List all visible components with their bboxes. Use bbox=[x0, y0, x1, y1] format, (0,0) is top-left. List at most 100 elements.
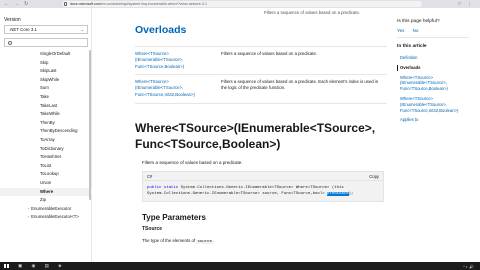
table-of-contents: SingleOrDefault Skip SkipLast SkipWhile Sum T… bbox=[0, 50, 92, 222]
code-keyword: public static bbox=[147, 186, 181, 190]
code-header: C# Copy bbox=[143, 172, 383, 181]
summary-fragment: Filters a sequence of values based on a … bbox=[264, 10, 361, 15]
code-segment: ); bbox=[348, 192, 354, 196]
sidebar-item-label: SingleOrDefault bbox=[40, 51, 71, 56]
copy-button[interactable]: Copy bbox=[369, 174, 379, 179]
address-bar[interactable]: docs.microsoft.com/en-us/dotnet/api/syst… bbox=[62, 1, 422, 7]
sidebar-item-label: Sum bbox=[40, 85, 49, 91]
back-icon[interactable]: ← bbox=[4, 1, 9, 7]
sidebar-item-takelast[interactable]: TakeLast bbox=[0, 102, 92, 111]
version-label: Version bbox=[4, 17, 21, 23]
sidebar-item-todictionary[interactable]: ToDictionary bbox=[0, 145, 92, 154]
version-value: .NET Core 3.1 bbox=[9, 27, 37, 32]
overloads-heading: Overloads bbox=[135, 24, 187, 36]
sidebar-item-label: ToHashSet bbox=[40, 154, 62, 160]
rail-divider bbox=[397, 37, 469, 38]
code-segment: System.Collections.Generic.IEnumerable<T… bbox=[147, 192, 328, 196]
url-domain: docs.microsoft.com bbox=[70, 2, 101, 6]
sidebar-item-label: ToList bbox=[40, 162, 52, 168]
sidebar-item-label: Take bbox=[40, 93, 50, 99]
code-text[interactable]: public static System.Collections.Generic… bbox=[147, 185, 353, 197]
sidebar-item-sum[interactable]: Sum bbox=[0, 84, 92, 93]
type-parameters-heading: Type Parameters bbox=[142, 213, 206, 222]
sidebar-item-label: EnumerableExecutor<T> bbox=[31, 214, 79, 220]
feedback-yes-button[interactable]: Yes bbox=[397, 28, 404, 33]
sidebar-item-label: ThenByDescending bbox=[40, 128, 78, 134]
sidebar-item-label: ToLookup bbox=[40, 171, 59, 177]
url-path: /en-us/dotnet/api/system.linq.enumerable… bbox=[100, 2, 207, 6]
sidebar-item-skipwhile[interactable]: SkipWhile bbox=[0, 76, 92, 85]
chevron-down-icon: ⌄ bbox=[80, 27, 84, 32]
sidebar-item-takewhile[interactable]: TakeWhile bbox=[0, 110, 92, 119]
article-outline: Definition Overloads Where<TSource>(IEnume… bbox=[397, 55, 469, 127]
method-heading: Where<TSource>(IEnumerable<TSource>, Fun… bbox=[135, 121, 376, 151]
code-language: C# bbox=[147, 174, 153, 179]
overload-description: Filters a sequence of values based on a … bbox=[221, 79, 379, 91]
code-segment: System.Collections.Generic.IEnumerable<T… bbox=[180, 186, 344, 190]
taskbar-apps[interactable]: ▣ ◉ ▤ ◈ bbox=[18, 263, 66, 269]
sidebar-item-label: ToDictionary bbox=[40, 145, 64, 151]
article-outline-link[interactable]: Where<TSource>(IEnumerable<TSource>, Fun… bbox=[397, 75, 469, 92]
sidebar-item-zip[interactable]: Zip bbox=[0, 196, 92, 205]
lock-icon bbox=[64, 2, 67, 6]
article-outline-link[interactable]: Applies to bbox=[397, 117, 469, 123]
article-outline-link[interactable]: Where<TSource>(IEnumerable<TSource>, Fun… bbox=[397, 96, 469, 113]
sidebar-item-label: Zip bbox=[40, 197, 46, 203]
type-desc-code: source bbox=[196, 240, 213, 244]
sidebar-item-tolist[interactable]: ToList bbox=[0, 162, 92, 171]
sidebar-item-take[interactable]: Take bbox=[0, 93, 92, 102]
overload-link[interactable]: Where<TSource>(IEnumerable<TSource>, Fun… bbox=[135, 79, 205, 98]
browser-menu-icons[interactable]: ☆ ⋮ bbox=[457, 1, 474, 7]
sidebar-item-label: Union bbox=[40, 179, 52, 185]
sidebar-item-thenbydescending[interactable]: ThenByDescending bbox=[0, 127, 92, 136]
type-description: The type of the elements of source. bbox=[142, 238, 214, 244]
chevron-right-icon: › bbox=[28, 206, 30, 211]
chevron-right-icon: › bbox=[28, 215, 30, 220]
system-tray[interactable]: ^ ◐ 🔊 bbox=[463, 264, 474, 269]
sidebar-scrollbar[interactable] bbox=[89, 50, 91, 200]
forward-icon[interactable]: → bbox=[14, 1, 19, 7]
sidebar-item-label: Skip bbox=[40, 59, 49, 65]
sidebar-item-label: ToArray bbox=[40, 136, 55, 142]
overload-description: Filters a sequence of values based on a … bbox=[221, 51, 318, 56]
sidebar-item-label: TakeWhile bbox=[40, 111, 60, 117]
sidebar-item-label: ThenBy bbox=[40, 119, 55, 125]
os-taskbar: ▣ ◉ ▤ ◈ ^ ◐ 🔊 bbox=[0, 262, 480, 270]
article-outline-link[interactable]: Overloads bbox=[397, 64, 469, 71]
sidebar-item-thenby[interactable]: ThenBy bbox=[0, 119, 92, 128]
browser-toolbar: ← → ↻ docs.microsoft.com/en-us/dotnet/ap… bbox=[0, 0, 480, 8]
sidebar-item-union[interactable]: Union bbox=[0, 179, 92, 188]
filter-input[interactable] bbox=[4, 38, 88, 47]
sidebar-item-label: EnumerableExecutor bbox=[31, 205, 72, 211]
sidebar-item-singleordefault[interactable]: SingleOrDefault bbox=[0, 50, 92, 59]
sidebar-item-skiplast[interactable]: SkipLast bbox=[0, 67, 92, 76]
feedback-question: Is this page helpful? bbox=[397, 19, 440, 24]
method-description: Filters a sequence of values based on a … bbox=[142, 160, 243, 165]
type-desc-text: . bbox=[212, 238, 215, 243]
sidebar-item-skip[interactable]: Skip bbox=[0, 59, 92, 68]
sidebar-item-enumerableexecutor-t[interactable]: › EnumerableExecutor<T> bbox=[0, 213, 92, 222]
code-block: C# Copy public static System.Collections… bbox=[142, 171, 384, 202]
tsource-label: TSource bbox=[142, 226, 163, 232]
sidebar-item-label: SkipWhile bbox=[40, 76, 60, 82]
feedback-buttons: Yes No bbox=[397, 28, 425, 33]
type-desc-text: The type of the elements of bbox=[142, 238, 197, 243]
in-this-article-heading: In this article bbox=[397, 44, 427, 49]
version-dropdown[interactable]: .NET Core 3.1 ⌄ bbox=[4, 25, 88, 34]
sidebar-item-tolookup[interactable]: ToLookup bbox=[0, 170, 92, 179]
sidebar-item-enumerableexecutor[interactable]: › EnumerableExecutor bbox=[0, 205, 92, 214]
sidebar-item-label: SkipLast bbox=[40, 68, 57, 74]
left-sidebar: Version .NET Core 3.1 ⌄ SingleOrDefault S… bbox=[0, 8, 92, 270]
sidebar-item-label: TakeLast bbox=[40, 102, 58, 108]
sidebar-item-toarray[interactable]: ToArray bbox=[0, 136, 92, 145]
refresh-icon[interactable]: ↻ bbox=[24, 1, 28, 7]
overload-link[interactable]: Where<TSource>(IEnumerable<TSource>, Fun… bbox=[135, 51, 205, 70]
article-outline-link[interactable]: Definition bbox=[397, 55, 469, 61]
feedback-no-button[interactable]: No bbox=[413, 28, 419, 33]
sidebar-item-tohashset[interactable]: ToHashSet bbox=[0, 153, 92, 162]
sidebar-item-where[interactable]: Where bbox=[0, 187, 92, 197]
search-icon bbox=[8, 40, 12, 45]
sidebar-item-label: Where bbox=[40, 188, 54, 194]
windows-start-icon[interactable] bbox=[4, 263, 9, 269]
overload-row: Where<TSource>(IEnumerable<TSource>, Fun… bbox=[135, 74, 387, 104]
